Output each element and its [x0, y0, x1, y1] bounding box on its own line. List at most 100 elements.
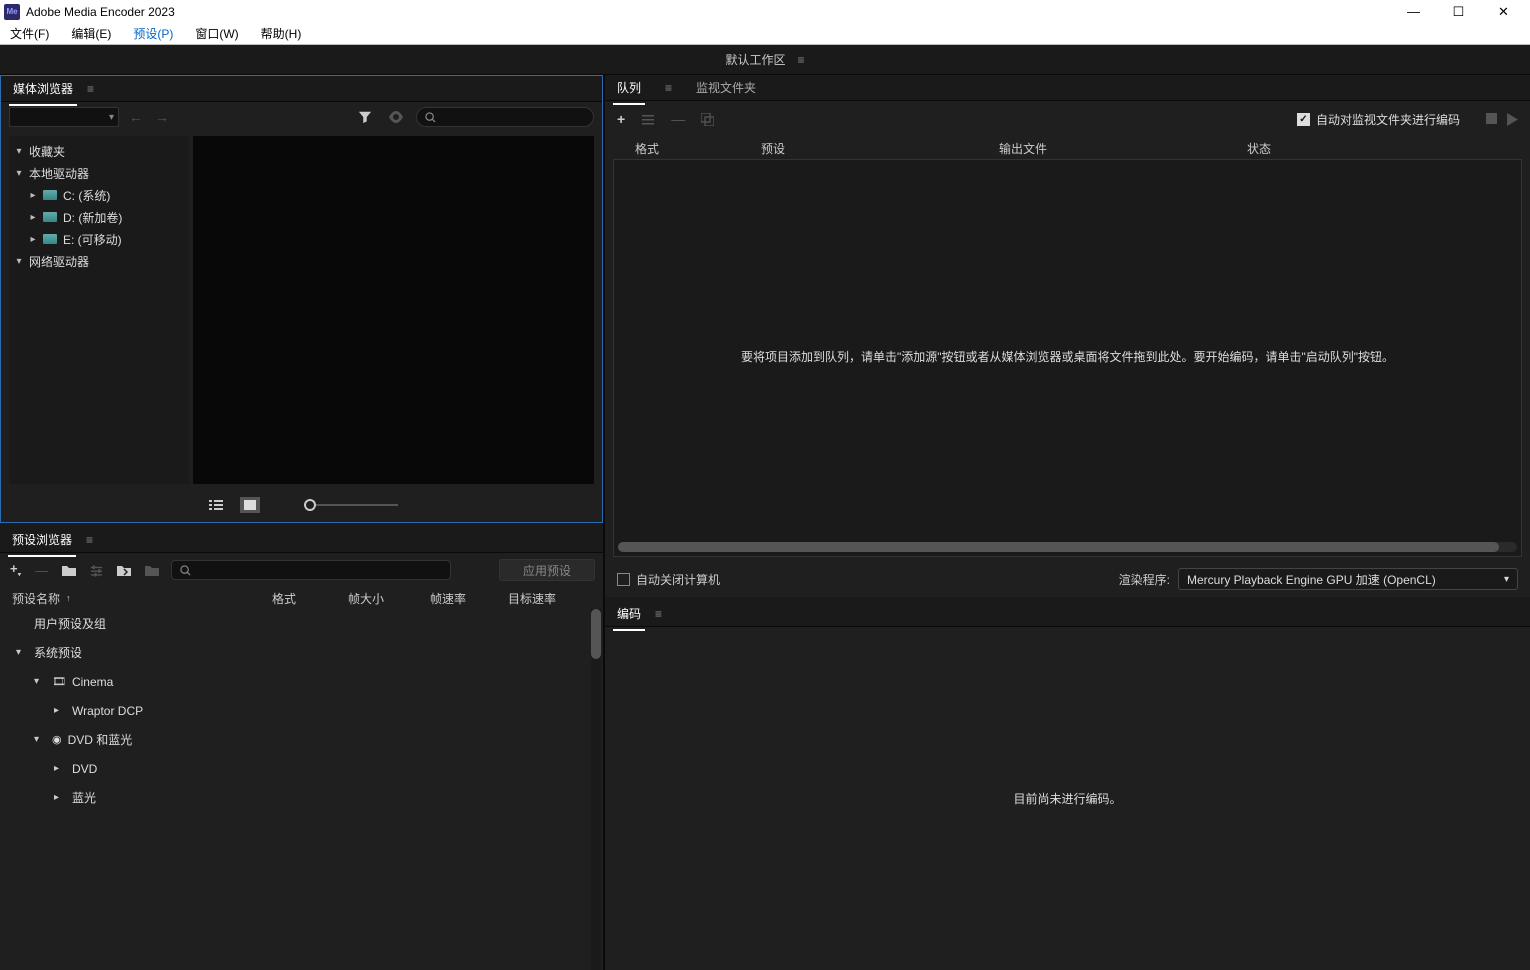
- queue-drop-area[interactable]: 要将项目添加到队列，请单击"添加源"按钮或者从媒体浏览器或桌面将文件拖到此处。要…: [613, 159, 1522, 557]
- preset-browser-tab[interactable]: 预设浏览器: [8, 527, 76, 552]
- panel-menu-icon[interactable]: ≡: [655, 607, 662, 621]
- disc-icon: ◉: [52, 733, 62, 746]
- panel-menu-icon[interactable]: ≡: [86, 533, 93, 547]
- queue-empty-message: 要将项目添加到队列，请单击"添加源"按钮或者从媒体浏览器或桌面将文件拖到此处。要…: [644, 348, 1491, 367]
- add-preset-icon[interactable]: +▾: [8, 561, 23, 579]
- auto-encode-label: 自动对监视文件夹进行编码: [1316, 111, 1460, 128]
- path-dropdown[interactable]: ▾: [9, 107, 119, 127]
- preset-cat-cinema[interactable]: ▾🎞Cinema: [4, 667, 599, 696]
- tree-favorites[interactable]: ▾收藏夹: [9, 140, 189, 162]
- media-preview-pane: [193, 136, 594, 484]
- remove-item-icon[interactable]: —: [671, 111, 685, 127]
- tree-drive-e[interactable]: ▸E: (可移动): [9, 228, 189, 250]
- tab-queue[interactable]: 队列: [613, 75, 645, 100]
- tree-label: D: (新加卷): [63, 209, 122, 226]
- preset-label: 蓝光: [72, 789, 96, 806]
- maximize-button[interactable]: ☐: [1436, 0, 1481, 23]
- queue-panel: 队列 ≡ 监视文件夹 + — ✓ 自动对监视文件夹进行编码: [605, 75, 1530, 597]
- menu-help[interactable]: 帮助(H): [257, 23, 306, 44]
- visibility-icon[interactable]: [384, 111, 408, 123]
- remove-preset-icon[interactable]: —: [33, 563, 50, 578]
- thumbnail-size-slider[interactable]: [308, 504, 398, 506]
- header-frame-rate[interactable]: 帧速率: [430, 590, 508, 607]
- start-queue-button[interactable]: [1507, 113, 1518, 126]
- preset-list: 用户预设及组 ▾系统预设 ▾🎞Cinema ▸Wraptor DCP ▾◉DVD…: [0, 609, 603, 970]
- preset-label: DVD: [72, 762, 97, 776]
- sort-up-icon: ↑: [66, 593, 71, 603]
- menu-preset[interactable]: 预设(P): [129, 23, 177, 44]
- media-browser-panel: 媒体浏览器 ≡ ▾ ← → ▾收藏夹: [0, 75, 603, 523]
- duplicate-item-icon[interactable]: [701, 113, 714, 126]
- header-frame-size[interactable]: 帧大小: [348, 590, 430, 607]
- window-title: Adobe Media Encoder 2023: [26, 5, 175, 19]
- media-search-input[interactable]: [416, 107, 594, 127]
- renderer-value: Mercury Playback Engine GPU 加速 (OpenCL): [1187, 571, 1436, 588]
- drive-icon: [43, 234, 57, 244]
- import-preset-icon[interactable]: [115, 564, 133, 576]
- tree-label: 网络驱动器: [29, 253, 89, 270]
- header-name[interactable]: 预设名称: [12, 590, 60, 607]
- queue-settings-icon[interactable]: [641, 112, 655, 126]
- preset-group-user[interactable]: 用户预设及组: [4, 609, 599, 638]
- add-source-button[interactable]: +: [617, 111, 625, 127]
- auto-shutdown-label: 自动关闭计算机: [636, 571, 720, 588]
- header-target-rate[interactable]: 目标速率: [508, 590, 568, 607]
- tree-local-drives[interactable]: ▾本地驱动器: [9, 162, 189, 184]
- menu-window[interactable]: 窗口(W): [191, 23, 242, 44]
- preset-item-dvd[interactable]: ▸DVD: [4, 754, 599, 783]
- tree-drive-d[interactable]: ▸D: (新加卷): [9, 206, 189, 228]
- nav-forward-icon[interactable]: →: [153, 109, 171, 125]
- encoding-idle-message: 目前尚未进行编码。: [1013, 790, 1121, 807]
- export-preset-icon[interactable]: [143, 564, 161, 576]
- menu-edit[interactable]: 编辑(E): [67, 23, 115, 44]
- tree-drive-c[interactable]: ▸C: (系统): [9, 184, 189, 206]
- app-icon: Me: [4, 4, 20, 20]
- panel-menu-icon[interactable]: ≡: [665, 81, 672, 95]
- preset-label: DVD 和蓝光: [68, 731, 133, 748]
- workspace-menu-icon[interactable]: ≡: [798, 53, 805, 67]
- header-format[interactable]: 格式: [272, 590, 348, 607]
- tree-label: E: (可移动): [63, 231, 122, 248]
- panel-menu-icon[interactable]: ≡: [87, 82, 94, 96]
- nav-back-icon[interactable]: ←: [127, 109, 145, 125]
- tree-label: 本地驱动器: [29, 165, 89, 182]
- close-button[interactable]: ✕: [1481, 0, 1526, 23]
- renderer-dropdown[interactable]: Mercury Playback Engine GPU 加速 (OpenCL) …: [1178, 568, 1518, 590]
- queue-header-preset[interactable]: 预设: [761, 140, 999, 157]
- media-tree: ▾收藏夹 ▾本地驱动器 ▸C: (系统) ▸D: (新加卷) ▸E: (可移动)…: [9, 136, 189, 484]
- preset-item-bluray[interactable]: ▸蓝光: [4, 783, 599, 812]
- list-view-button[interactable]: [206, 497, 226, 513]
- preset-browser-panel: 预设浏览器 ≡ +▾ —: [0, 527, 603, 970]
- encoding-tab[interactable]: 编码: [613, 601, 645, 626]
- filter-icon[interactable]: [354, 110, 376, 124]
- minimize-button[interactable]: —: [1391, 0, 1436, 23]
- thumbnail-view-button[interactable]: [240, 497, 260, 513]
- queue-header-format[interactable]: 格式: [635, 140, 761, 157]
- tab-watch-folders[interactable]: 监视文件夹: [692, 75, 760, 100]
- chevron-down-icon: ▾: [1504, 574, 1509, 585]
- preset-cat-dvd-bluray[interactable]: ▾◉DVD 和蓝光: [4, 725, 599, 754]
- apply-preset-button[interactable]: 应用预设: [499, 559, 595, 581]
- preset-group-system[interactable]: ▾系统预设: [4, 638, 599, 667]
- tree-network-drives[interactable]: ▾网络驱动器: [9, 250, 189, 272]
- preset-scrollbar[interactable]: [591, 609, 601, 970]
- queue-header-status[interactable]: 状态: [1247, 140, 1307, 157]
- new-folder-icon[interactable]: [60, 564, 78, 576]
- media-browser-tab[interactable]: 媒体浏览器: [9, 76, 77, 101]
- auto-encode-checkbox[interactable]: ✓: [1297, 113, 1310, 126]
- workspace-bar: 默认工作区 ≡: [0, 45, 1530, 75]
- auto-shutdown-checkbox[interactable]: [617, 573, 630, 586]
- workspace-default-label[interactable]: 默认工作区: [725, 51, 785, 68]
- preset-item-wraptor[interactable]: ▸Wraptor DCP: [4, 696, 599, 725]
- renderer-label: 渲染程序:: [1119, 571, 1170, 588]
- queue-h-scrollbar[interactable]: [618, 542, 1517, 552]
- drive-icon: [43, 212, 57, 222]
- stop-queue-button[interactable]: [1486, 113, 1497, 126]
- preset-label: 用户预设及组: [34, 615, 106, 632]
- drive-icon: [43, 190, 57, 200]
- menu-file[interactable]: 文件(F): [6, 23, 53, 44]
- preset-search-input[interactable]: [171, 560, 451, 580]
- tree-label: 收藏夹: [29, 143, 65, 160]
- queue-header-output[interactable]: 输出文件: [999, 140, 1247, 157]
- preset-settings-icon[interactable]: [88, 564, 105, 577]
